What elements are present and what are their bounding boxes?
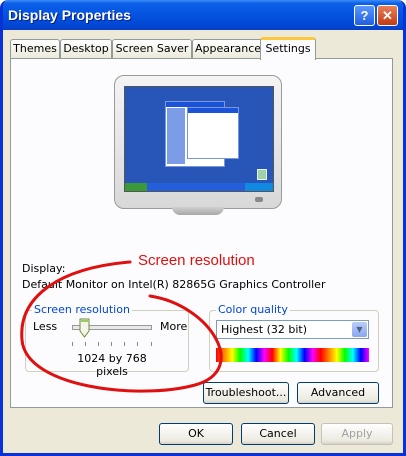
tab-appearance[interactable]: Appearance [192, 39, 264, 59]
color-quality-label: Color quality [216, 303, 290, 316]
preview-window-2 [187, 107, 239, 159]
tab-desktop[interactable]: Desktop [60, 39, 112, 59]
slider-ticks [72, 342, 152, 346]
power-led-icon [255, 197, 263, 202]
less-label: Less [33, 320, 58, 333]
color-quality-select[interactable]: Highest (32 bit) ▼ [216, 320, 369, 339]
cancel-button[interactable]: Cancel [241, 423, 315, 445]
tab-screen-saver[interactable]: Screen Saver [112, 39, 192, 59]
color-spectrum-bar [216, 348, 369, 362]
title-bar[interactable]: Display Properties ? ✕ [3, 0, 403, 30]
chevron-down-icon[interactable]: ▼ [352, 322, 367, 337]
advanced-button[interactable]: Advanced [297, 382, 379, 404]
troubleshoot-button[interactable]: Troubleshoot... [203, 382, 289, 404]
recycle-bin-icon [257, 169, 267, 180]
help-button[interactable]: ? [354, 5, 375, 26]
color-quality-value: Highest (32 bit) [221, 323, 308, 336]
window-title: Display Properties [8, 7, 131, 23]
display-label: Display: [22, 262, 66, 275]
preview-start-button [125, 183, 147, 191]
monitor-stand [172, 207, 224, 215]
monitor-screen [124, 86, 274, 192]
tab-themes[interactable]: Themes [10, 39, 60, 59]
monitor-case [114, 75, 282, 209]
annotation-screen-resolution: Screen resolution [138, 252, 255, 269]
apply-button[interactable]: Apply [321, 423, 393, 445]
more-label: More [160, 320, 188, 333]
monitor-preview [114, 75, 284, 220]
preview-taskbar [125, 183, 273, 191]
close-button[interactable]: ✕ [377, 5, 398, 26]
resolution-value: 1024 by 768 pixels [77, 352, 147, 378]
tab-settings[interactable]: Settings [260, 37, 316, 60]
display-value: Default Monitor on Intel(R) 82865G Graph… [22, 278, 326, 291]
preview-tray [245, 183, 273, 191]
screen-resolution-label: Screen resolution [32, 303, 132, 316]
ok-button[interactable]: OK [159, 423, 233, 445]
resolution-slider-thumb[interactable] [79, 318, 90, 338]
